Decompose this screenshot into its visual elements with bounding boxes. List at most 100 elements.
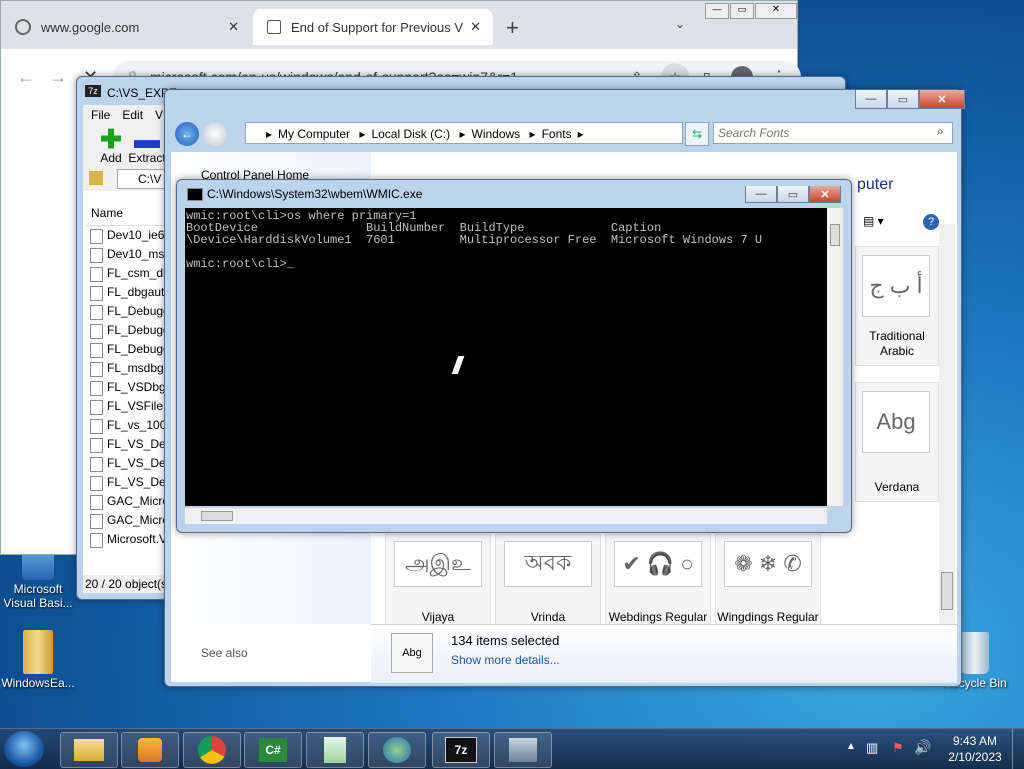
folder-icon (74, 739, 104, 761)
chrome-tab-strip: www.google.com ✕ End of Support for Prev… (1, 1, 797, 49)
minus-icon: ▬ (134, 124, 160, 154)
desktop-icon-windows-folder[interactable]: WindowsEa... (0, 630, 76, 690)
breadcrumb-my-computer[interactable]: ▸ My Computer (266, 123, 350, 145)
show-desktop-button[interactable] (1012, 729, 1024, 769)
font-name: Vijaya (421, 610, 455, 624)
csharp-icon: C# (259, 738, 287, 762)
taskbar-media-player[interactable] (121, 732, 179, 768)
help-icon[interactable]: ? (923, 214, 939, 230)
media-player-icon (138, 738, 162, 762)
breadcrumb-fonts[interactable]: ▸ Fonts ▸ (530, 123, 584, 145)
desktop-icon-label: Microsoft Visual Basi... (3, 582, 73, 610)
heading-partial: puter (857, 176, 894, 193)
maximize-button[interactable]: ▭ (777, 186, 809, 203)
minimize-button[interactable]: — (855, 90, 887, 109)
console-output[interactable]: wmic:root\cli>os where primary=1 BootDevi… (185, 208, 827, 506)
scrollbar-thumb[interactable] (830, 224, 840, 246)
new-tab-button[interactable]: + (506, 15, 519, 41)
tab-end-of-support[interactable]: End of Support for Previous Vers ✕ (253, 9, 493, 45)
font-name: Webdings Regular (608, 610, 708, 624)
desktop-icon-label: WindowsEa... (1, 676, 75, 690)
forward-icon[interactable] (203, 122, 227, 146)
scrollbar-horizontal[interactable] (185, 508, 827, 524)
plus-icon: ✚ (100, 124, 122, 154)
minimize-button[interactable]: — (745, 186, 777, 203)
menu-file[interactable]: File (91, 105, 110, 125)
tab-google[interactable]: www.google.com ✕ (1, 9, 251, 45)
up-folder-icon[interactable] (89, 171, 103, 185)
taskbar-csharp[interactable]: C# (244, 732, 302, 768)
font-preview: ✔ 🎧 ○ (614, 541, 702, 587)
scrollbar-thumb[interactable] (201, 511, 233, 521)
font-tile[interactable]: অবক Vrinda (495, 534, 601, 632)
refresh-icon[interactable]: ⇆ (685, 122, 709, 146)
taskbar-chrome[interactable] (183, 732, 241, 768)
volume-icon[interactable]: 🔊 (914, 739, 931, 756)
console-titlebar: C:\Windows\System32\wbem\WMIC.exe — ▭ ✕ (177, 180, 851, 206)
see-also-label: See also (201, 646, 248, 660)
tab-search-chevron-icon[interactable]: ⌄ (675, 17, 685, 31)
view-options-icon[interactable]: ▤ ▾ (863, 214, 884, 228)
taskbar-notepad[interactable] (306, 732, 364, 768)
taskbar-tools[interactable] (494, 732, 552, 768)
breadcrumb-windows[interactable]: ▸ Windows (459, 123, 520, 145)
close-icon[interactable]: ✕ (228, 19, 239, 35)
tab-title: www.google.com (41, 19, 140, 35)
globe-icon (15, 19, 31, 35)
desktop-icon-visual-basic[interactable]: Microsoft Visual Basi... (0, 552, 76, 610)
7zip-icon: 7z (445, 737, 477, 763)
console-icon (187, 188, 203, 201)
scrollbar-vertical[interactable] (939, 224, 955, 624)
notepad-icon (324, 737, 346, 763)
search-input[interactable] (713, 122, 953, 144)
close-icon[interactable]: ✕ (470, 19, 481, 35)
add-button[interactable]: ✚ Add (91, 124, 131, 165)
font-tile[interactable]: ❁ ❄ ✆ Wingdings Regular (715, 534, 821, 632)
close-button[interactable]: ✕ (755, 3, 797, 19)
font-tile[interactable]: أ ب ج Traditional Arabic (855, 246, 939, 366)
back-icon[interactable]: ← (17, 67, 35, 88)
taskbar-control-panel[interactable] (368, 732, 426, 768)
font-tile[interactable]: அஇஉ Vijaya (385, 534, 491, 632)
show-hidden-icons-chevron-icon[interactable]: ▲ (846, 741, 856, 752)
menu-view[interactable]: V (155, 105, 163, 125)
close-button[interactable]: ✕ (919, 90, 965, 109)
7zip-icon: 7z (85, 85, 101, 97)
breadcrumb-local-disk[interactable]: ▸ Local Disk (C:) (359, 123, 450, 145)
show-more-details-link[interactable]: Show more details... (451, 653, 560, 667)
font-preview: অবক (504, 541, 592, 587)
page-icon (267, 20, 281, 34)
tab-title: End of Support for Previous Vers (291, 19, 463, 35)
clock-time: 9:43 AM (952, 734, 998, 748)
font-preview: أ ب ج (862, 255, 930, 317)
font-name: Wingdings Regular (717, 610, 819, 624)
close-button[interactable]: ✕ (809, 186, 841, 203)
font-tile[interactable]: ✔ 🎧 ○ Webdings Regular (605, 534, 711, 632)
control-panel-icon (383, 737, 411, 763)
maximize-button[interactable]: ▭ (730, 3, 754, 19)
tools-icon (509, 738, 537, 762)
font-preview: ❁ ❄ ✆ (724, 541, 812, 587)
start-button[interactable] (4, 731, 44, 767)
breadcrumb[interactable]: ▸ My Computer ▸ Local Disk (C:) ▸ Window… (245, 122, 683, 144)
network-icon[interactable]: ▥ (866, 740, 878, 756)
back-icon[interactable]: ← (175, 122, 199, 146)
taskbar-7zip[interactable]: 7z (432, 732, 490, 768)
font-preview: Abg (862, 391, 930, 453)
console-line: wmic:root\cli>_ (186, 257, 295, 271)
extract-button[interactable]: ▬ Extract (127, 124, 167, 165)
chrome-icon (198, 736, 226, 764)
font-tile[interactable]: Abg Verdana (855, 382, 939, 502)
search-icon[interactable]: ⌕ (937, 124, 944, 139)
details-pane: Abg 134 items selected Show more details… (371, 624, 957, 683)
taskbar-explorer[interactable] (60, 732, 118, 768)
maximize-button[interactable]: ▭ (887, 90, 919, 109)
action-center-icon[interactable]: ⚑ (892, 740, 904, 756)
scrollbar-thumb[interactable] (941, 572, 953, 610)
menu-edit[interactable]: Edit (122, 105, 143, 125)
minimize-button[interactable]: — (705, 3, 729, 19)
clock[interactable]: 9:43 AM 2/10/2023 (940, 733, 1010, 765)
forward-icon[interactable]: → (49, 67, 67, 88)
scrollbar-vertical[interactable] (827, 208, 843, 506)
folder-icon (23, 630, 53, 674)
